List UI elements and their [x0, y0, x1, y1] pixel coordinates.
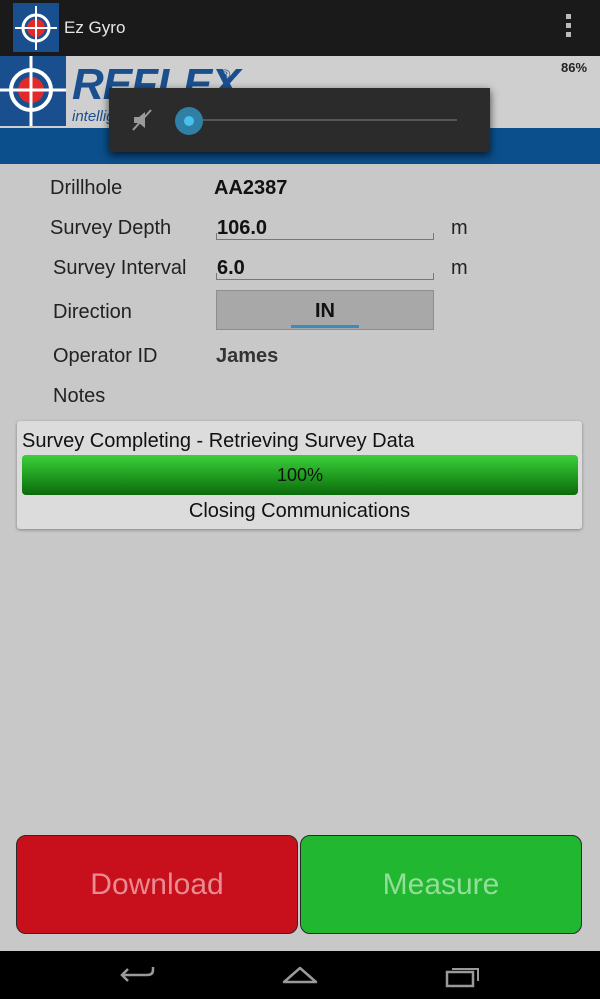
survey-depth-label: Survey Depth — [50, 217, 172, 239]
reflex-logo-icon — [0, 56, 66, 126]
direction-toggle-button[interactable]: IN — [216, 290, 434, 330]
battery-level: 86% — [561, 60, 588, 75]
action-bar: Ez Gyro — [0, 0, 600, 56]
app-title: Ez Gyro — [64, 18, 126, 37]
measure-button-label: Measure — [382, 868, 500, 901]
survey-interval-unit: m — [451, 257, 468, 279]
operator-id-value: James — [216, 345, 279, 367]
survey-depth-unit: m — [451, 217, 468, 239]
direction-label: Direction — [53, 301, 132, 323]
measure-button[interactable]: Measure — [300, 835, 582, 934]
survey-depth-underline-left — [216, 233, 217, 239]
system-navigation-bar — [0, 951, 600, 999]
survey-interval-label: Survey Interval — [53, 257, 187, 279]
direction-value: IN — [315, 300, 335, 322]
volume-slider-track[interactable] — [189, 119, 457, 121]
progress-bar: 100% — [22, 455, 578, 495]
progress-status-text: Survey Completing - Retrieving Survey Da… — [22, 430, 415, 452]
progress-substatus-text: Closing Communications — [188, 500, 411, 522]
download-button[interactable]: Download — [16, 835, 298, 934]
progress-percent: 100% — [276, 465, 324, 485]
survey-interval-underline-right — [433, 273, 434, 279]
volume-slider-thumb-center — [184, 116, 194, 126]
operator-id-label: Operator ID — [53, 345, 158, 367]
notes-label: Notes — [53, 385, 106, 407]
registered-mark: ® — [220, 66, 231, 82]
app-icon[interactable] — [13, 3, 59, 52]
survey-interval-underline-left — [216, 273, 217, 279]
volume-popup — [109, 88, 490, 152]
drillhole-value: AA2387 — [214, 177, 288, 199]
progress-panel: Survey Completing - Retrieving Survey Da… — [17, 421, 582, 529]
survey-interval-underline — [216, 279, 434, 280]
survey-depth-underline — [216, 239, 434, 240]
home-icon[interactable] — [281, 962, 319, 988]
recent-apps-icon[interactable] — [444, 963, 482, 989]
survey-depth-input[interactable]: 106.0 — [217, 217, 432, 240]
back-icon[interactable] — [119, 963, 157, 987]
drillhole-label: Drillhole — [50, 177, 123, 199]
volume-slider-thumb[interactable] — [175, 107, 203, 135]
volume-muted-icon[interactable] — [131, 108, 153, 132]
download-button-label: Download — [90, 868, 224, 901]
survey-depth-underline-right — [433, 233, 434, 239]
direction-focus-indicator — [291, 325, 359, 328]
overflow-menu-icon[interactable] — [562, 14, 574, 44]
survey-interval-input[interactable]: 6.0 — [217, 257, 432, 280]
